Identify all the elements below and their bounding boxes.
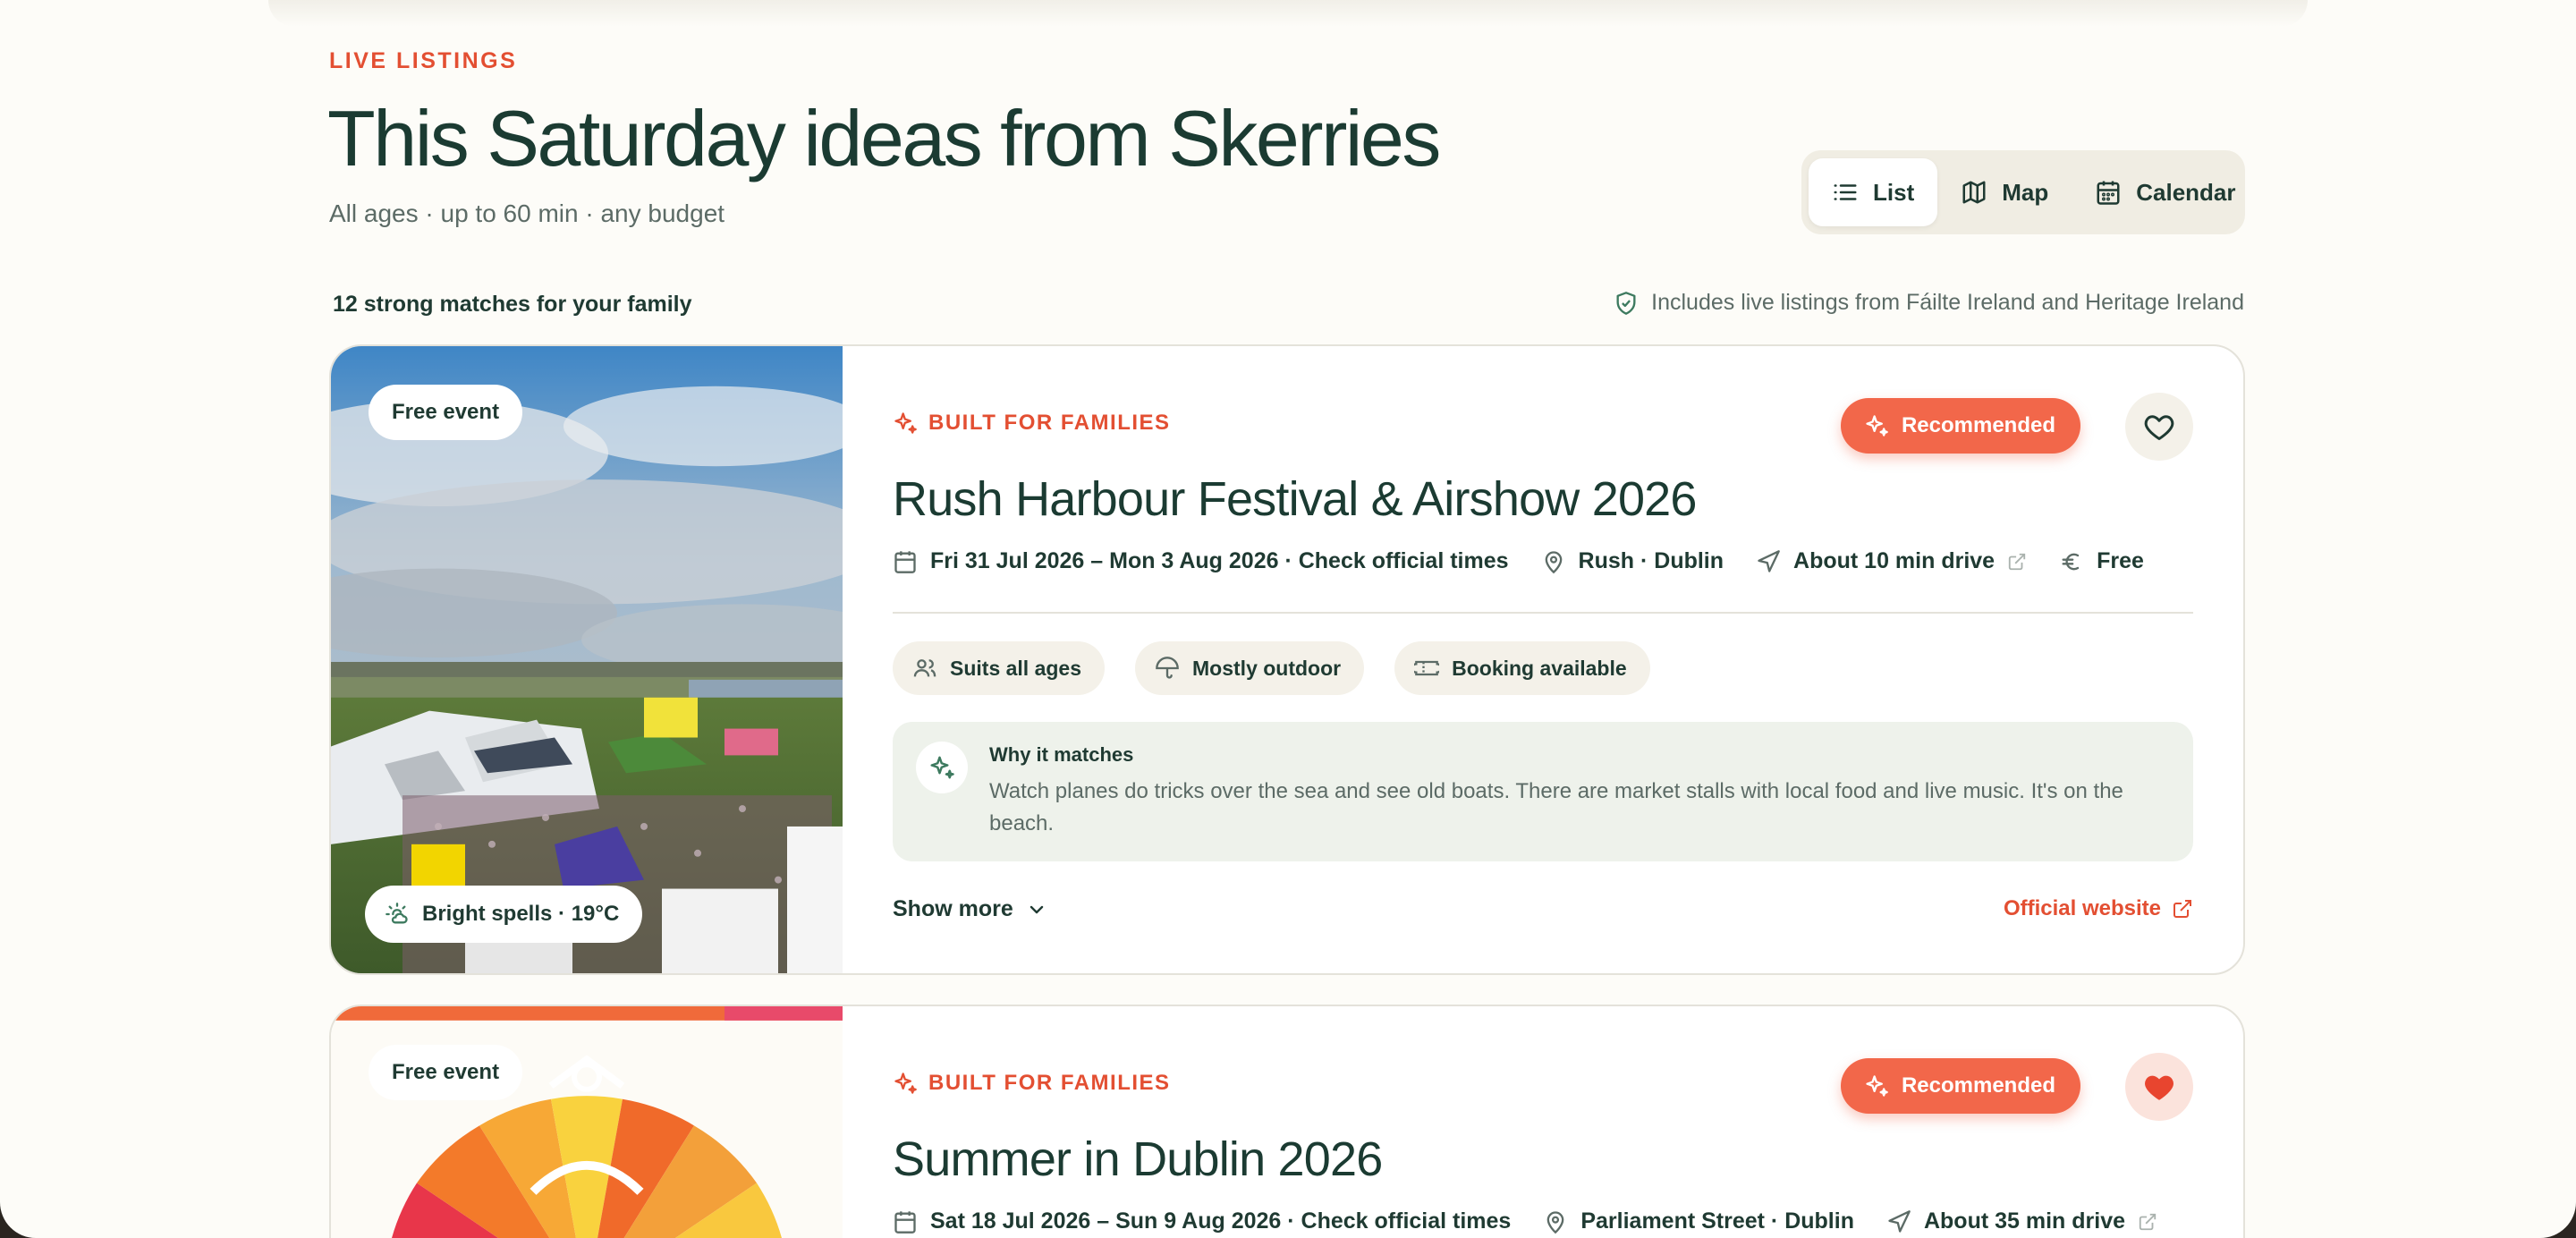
- official-website-label: Official website: [2003, 896, 2161, 920]
- view-map-button[interactable]: Map: [1937, 158, 2072, 226]
- tag-list: Suits all ages Mostly outdoor Booking av…: [893, 641, 1650, 695]
- official-website-link[interactable]: Official website: [2004, 896, 2193, 921]
- event-location-text: Parliament Street · Dublin: [1580, 1208, 1854, 1234]
- event-dates-text: Fri 31 Jul 2026 – Mon 3 Aug 2026 · Check…: [930, 548, 1509, 573]
- recommended-text: Recommended: [1901, 413, 2055, 437]
- event-location-text: Rush · Dublin: [1578, 548, 1724, 573]
- tag-text: Mostly outdoor: [1192, 656, 1342, 680]
- favorite-button[interactable]: [2125, 1053, 2193, 1121]
- weather-text: Bright spells · 19°C: [422, 902, 620, 926]
- view-map-label: Map: [2002, 178, 2049, 206]
- summer-dublin-graphic: [331, 1006, 843, 1238]
- category-text: BUILT FOR FAMILIES: [928, 411, 1171, 435]
- event-card[interactable]: Free event Bright spells · 19°C BUILT FO…: [329, 344, 2245, 975]
- calendar-icon: [894, 550, 916, 573]
- event-location: Rush · Dublin: [1541, 548, 1724, 574]
- tag-text: Suits all ages: [950, 656, 1082, 680]
- euro-icon: [2062, 553, 2080, 570]
- recommended-badge: Recommended: [1840, 1058, 2080, 1114]
- section-kicker: LIVE LISTINGS: [329, 48, 518, 73]
- show-more-label: Show more: [893, 896, 1013, 921]
- free-event-badge: Free event: [369, 385, 523, 440]
- heart-filled-icon: [2145, 1075, 2174, 1100]
- sparkles-icon: [894, 412, 917, 434]
- why-text: Watch planes do tricks over the sea and …: [989, 779, 2123, 835]
- event-dates: Fri 31 Jul 2026 – Mon 3 Aug 2026 · Check…: [893, 548, 1509, 574]
- event-price: Free: [2059, 548, 2144, 574]
- external-link-icon: [2139, 1213, 2157, 1230]
- users-icon: [913, 659, 936, 677]
- page: LIVE LISTINGS This Saturday ideas from S…: [0, 0, 2576, 1238]
- weather-badge: Bright spells · 19°C: [365, 886, 643, 943]
- why-title: Why it matches: [989, 743, 1134, 766]
- view-calendar-label: Calendar: [2136, 178, 2236, 206]
- calendar-icon: [2097, 181, 2120, 205]
- recommended-badge: Recommended: [1840, 398, 2080, 454]
- sparkles-icon: [930, 756, 954, 779]
- event-image: Free event Bright spells · 19°C: [331, 346, 843, 973]
- source-note: Includes live listings from Fáilte Irela…: [1614, 290, 2244, 316]
- map-pin-icon: [1545, 550, 1562, 573]
- event-content: BUILT FOR FAMILIES Recommended Summer in…: [893, 1006, 2193, 1238]
- view-calendar-button[interactable]: Calendar: [2072, 158, 2258, 226]
- event-travel-text: About 10 min drive: [1793, 548, 1996, 573]
- map-icon: [1962, 181, 1986, 204]
- why-icon-badge: [916, 742, 968, 793]
- heart-outline-icon: [2144, 415, 2174, 440]
- category-label: BUILT FOR FAMILIES: [893, 1071, 1171, 1096]
- tag-text: Booking available: [1452, 656, 1627, 680]
- navigation-icon: [1758, 549, 1780, 572]
- list-icon: [1834, 184, 1857, 200]
- results-count: 12 strong matches for your family: [333, 292, 692, 317]
- navigation-icon: [1888, 1209, 1911, 1233]
- shield-check-icon: [1616, 291, 1636, 315]
- calendar-icon: [894, 1210, 916, 1234]
- tag-outdoor: Mostly outdoor: [1135, 641, 1365, 695]
- sparkles-icon: [1866, 1075, 1888, 1097]
- top-shadow: [268, 0, 2308, 27]
- recommended-text: Recommended: [1901, 1073, 2055, 1098]
- event-travel-link[interactable]: About 10 min drive: [1756, 548, 2027, 574]
- category-label: BUILT FOR FAMILIES: [893, 411, 1171, 436]
- event-image: Free event: [331, 1006, 843, 1238]
- page-title: This Saturday ideas from Skerries: [327, 94, 1441, 182]
- ticket-icon: [1414, 660, 1440, 676]
- show-more-button[interactable]: Show more: [893, 896, 1047, 922]
- event-dates-text: Sat 18 Jul 2026 – Sun 9 Aug 2026 · Check…: [930, 1208, 1512, 1234]
- chevron-down-icon: [1030, 905, 1043, 913]
- category-text: BUILT FOR FAMILIES: [928, 1071, 1171, 1095]
- event-travel-text: About 35 min drive: [1923, 1208, 2126, 1234]
- external-link-icon: [2174, 900, 2191, 918]
- event-meta: Fri 31 Jul 2026 – Mon 3 Aug 2026 · Check…: [893, 548, 2144, 574]
- event-dates: Sat 18 Jul 2026 – Sun 9 Aug 2026 · Check…: [893, 1208, 1511, 1234]
- why-it-matches-panel: Why it matches Watch planes do tricks ov…: [893, 722, 2193, 861]
- sparkles-icon: [1866, 415, 1888, 437]
- free-event-badge: Free event: [369, 1045, 523, 1100]
- map-pin-icon: [1547, 1210, 1564, 1234]
- favorite-button[interactable]: [2125, 393, 2193, 461]
- event-price-text: Free: [2097, 548, 2144, 573]
- view-switcher: List Map Calendar: [1801, 150, 2245, 234]
- event-content: BUILT FOR FAMILIES Recommended Rush Harb…: [893, 346, 2193, 973]
- event-meta: Sat 18 Jul 2026 – Sun 9 Aug 2026 · Check…: [893, 1208, 2157, 1234]
- sparkles-icon: [894, 1073, 917, 1094]
- event-title[interactable]: Summer in Dublin 2026: [893, 1132, 1383, 1187]
- sun-cloud-icon: [386, 903, 408, 924]
- tag-all-ages: Suits all ages: [893, 641, 1106, 695]
- tag-booking: Booking available: [1394, 641, 1650, 695]
- page-subtitle: All ages · up to 60 min · any budget: [329, 199, 725, 227]
- event-travel-link[interactable]: About 35 min drive: [1886, 1208, 2157, 1234]
- external-link-icon: [2008, 553, 2026, 570]
- event-title[interactable]: Rush Harbour Festival & Airshow 2026: [893, 471, 1697, 527]
- event-card[interactable]: Free event BUILT FOR FAMILIES Recommende…: [329, 1005, 2245, 1238]
- divider: [893, 612, 2193, 614]
- festival-photo: [331, 346, 843, 973]
- umbrella-icon: [1156, 657, 1179, 679]
- view-list-label: List: [1873, 178, 1915, 206]
- source-note-text: Includes live listings from Fáilte Irela…: [1651, 290, 2244, 315]
- view-list-button[interactable]: List: [1809, 158, 1938, 226]
- event-location: Parliament Street · Dublin: [1543, 1208, 1854, 1234]
